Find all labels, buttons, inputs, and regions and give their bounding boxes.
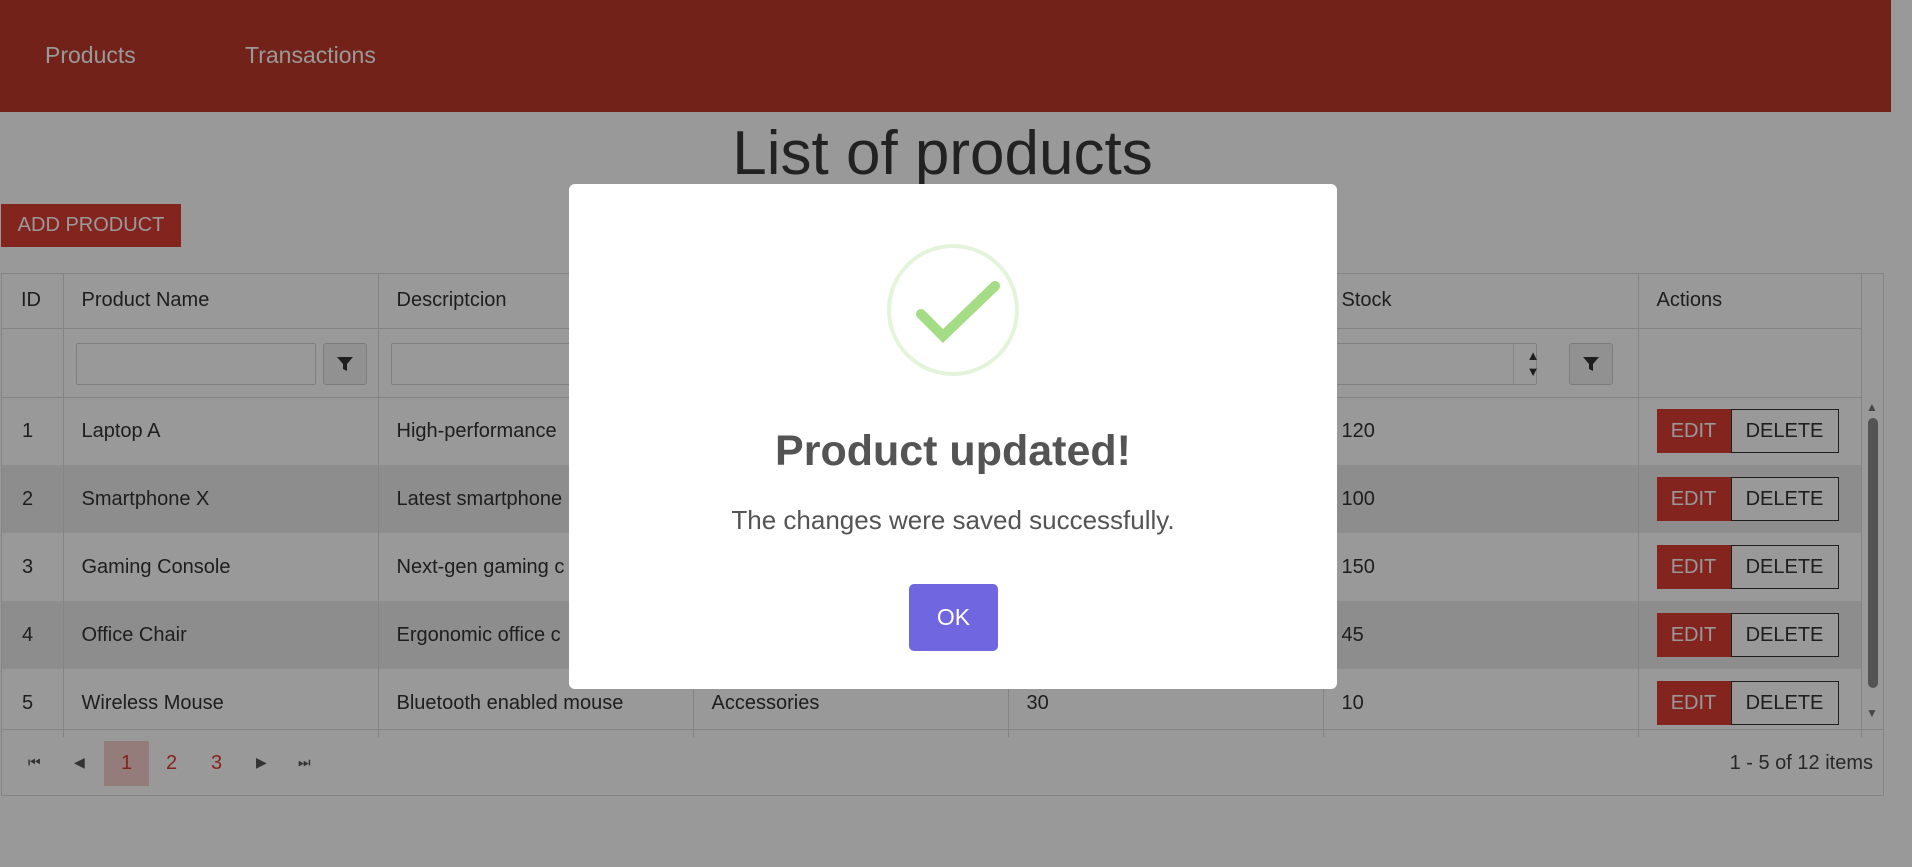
ok-button[interactable]: OK [909,584,998,651]
success-dialog: Product updated! The changes were saved … [569,184,1337,689]
check-mark-icon [916,281,1000,344]
dialog-message: The changes were saved successfully. [731,505,1175,535]
success-check-icon [887,244,1019,376]
dialog-title: Product updated! [775,427,1131,475]
